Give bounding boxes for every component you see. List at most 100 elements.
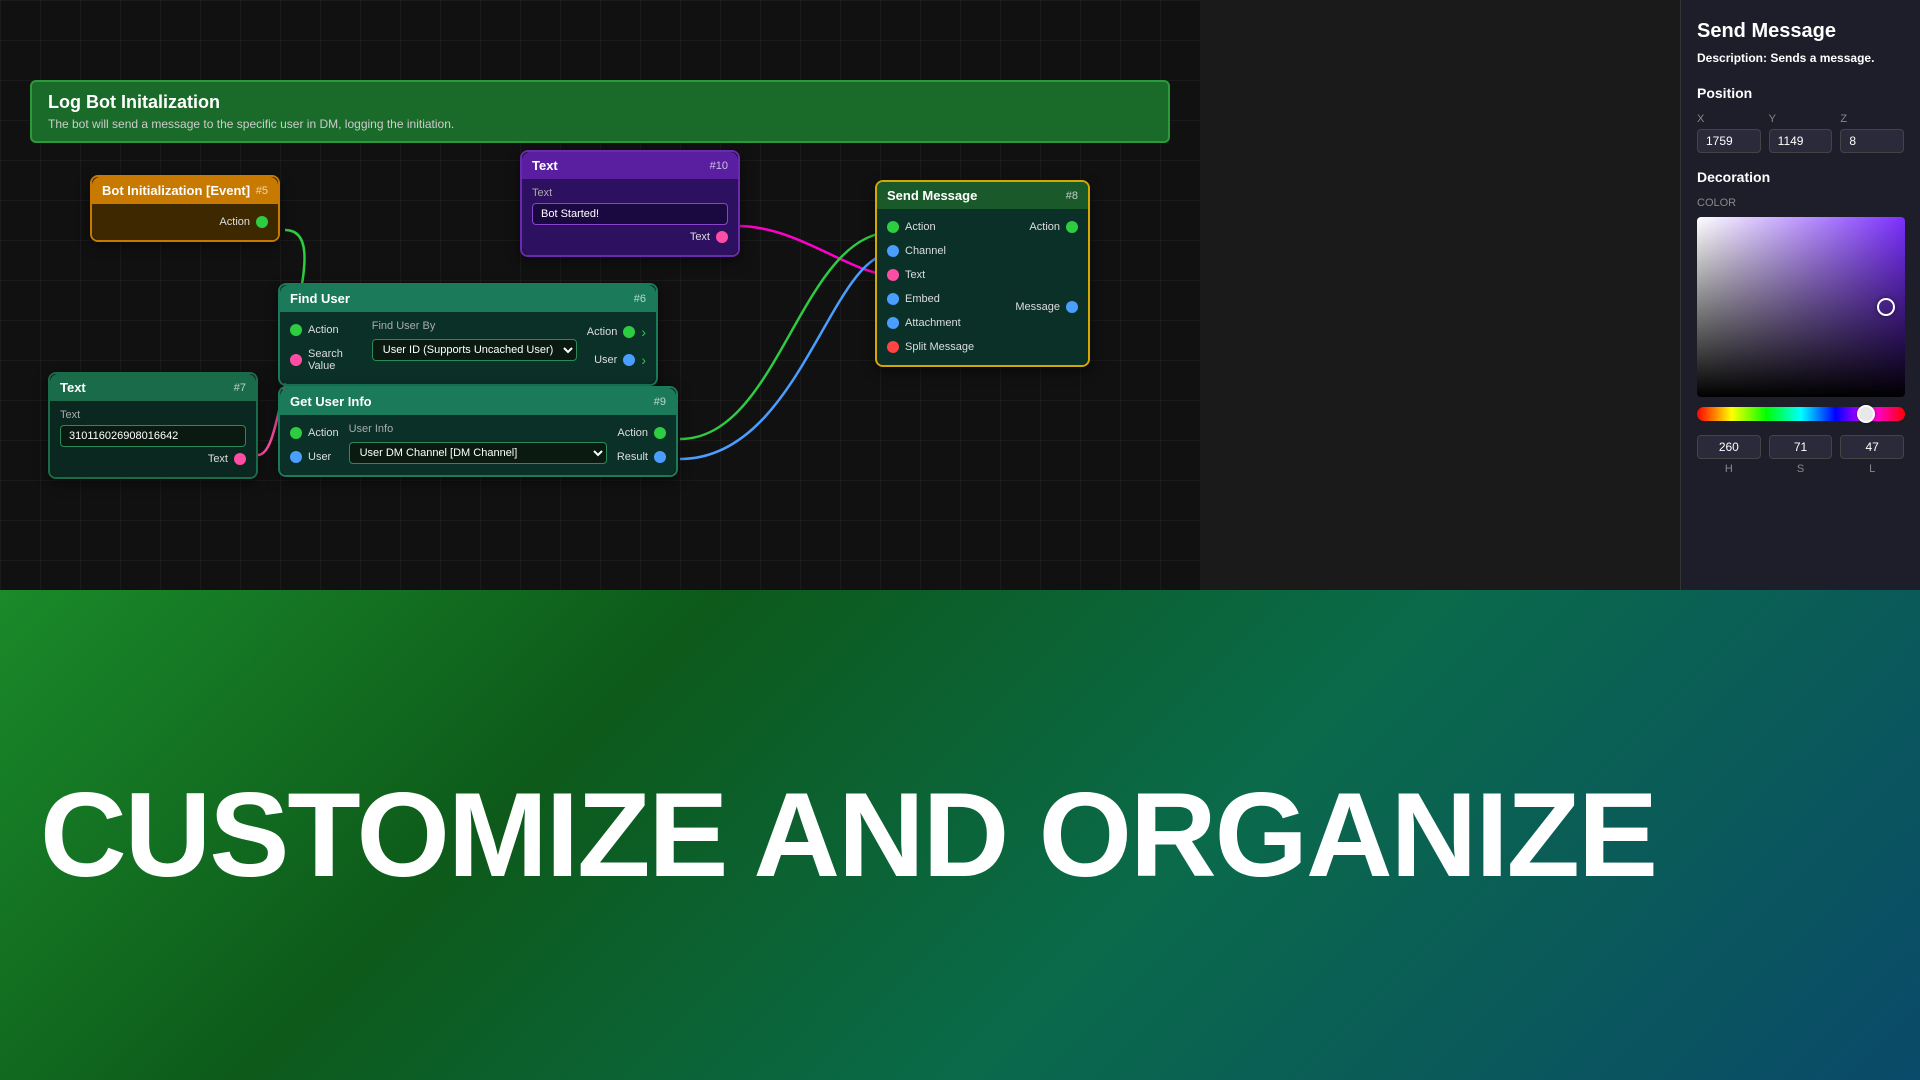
find-user-header: Find User #6 (280, 285, 656, 312)
send-message-body: Action Channel Text Embed Attachment Spl… (877, 209, 1088, 365)
hue-slider[interactable] (1697, 407, 1905, 421)
get-user-action-in-port[interactable] (290, 427, 302, 439)
send-msg-attachment-in-label: Attachment (905, 317, 961, 329)
send-message-node[interactable]: Send Message #8 Action Channel Text Embe… (875, 180, 1090, 367)
send-msg-text-in: Text (887, 269, 974, 281)
get-user-result-out-port[interactable] (654, 451, 666, 463)
text7-output-label: Text (208, 453, 228, 465)
bottom-section: CUSTOMIZE AND ORGANIZE (0, 590, 1920, 1080)
bot-init-title: Bot Initialization [Event] (102, 183, 250, 198)
get-user-info-node[interactable]: Get User Info #9 Action User User Info U… (278, 386, 678, 477)
find-user-user-out-label: User (594, 354, 617, 366)
find-user-action-arrow: › (641, 324, 646, 340)
get-user-dropdown[interactable]: User DM Channel [DM Channel] (349, 442, 607, 464)
get-user-header: Get User Info #9 (280, 388, 676, 415)
decoration-title: Decoration (1697, 169, 1904, 185)
big-text: CUSTOMIZE AND ORGANIZE (40, 775, 1656, 895)
find-user-action-in-port[interactable] (290, 324, 302, 336)
send-msg-embed-in-port[interactable] (887, 293, 899, 305)
text7-field-value[interactable]: 310116026908016642 (60, 425, 246, 447)
decoration-section: Decoration COLOR H S L (1697, 169, 1904, 475)
panel-desc-value: Sends a message. (1770, 51, 1874, 65)
text10-output: Text (532, 231, 728, 243)
send-msg-text-in-port[interactable] (887, 269, 899, 281)
color-picker-cursor[interactable] (1877, 298, 1895, 316)
bot-init-action-port[interactable] (256, 216, 268, 228)
find-user-mid-label: Find User By (372, 320, 577, 332)
send-msg-split-in-label: Split Message (905, 341, 974, 353)
hsl-s-input[interactable] (1769, 435, 1833, 459)
send-message-header: Send Message #8 (877, 182, 1088, 209)
hsl-h-field: H (1697, 435, 1761, 475)
send-msg-message-out-label: Message (1015, 301, 1060, 313)
find-user-user-out: User › (587, 352, 646, 368)
text10-output-port[interactable] (716, 231, 728, 243)
hsl-row: H S L (1697, 435, 1904, 475)
get-user-user-in-port[interactable] (290, 451, 302, 463)
find-user-title: Find User (290, 291, 350, 306)
panel-desc-label: Description: (1697, 51, 1770, 65)
find-user-user-out-port[interactable] (623, 354, 635, 366)
hsl-l-label: L (1869, 463, 1875, 475)
hsl-l-field: L (1840, 435, 1904, 475)
get-user-mid-label: User Info (349, 423, 607, 435)
position-z-input[interactable] (1840, 129, 1904, 153)
position-z-label: Z (1840, 113, 1904, 125)
send-msg-split-in-port[interactable] (887, 341, 899, 353)
text7-header: Text #7 (50, 374, 256, 401)
send-msg-message-out-port[interactable] (1066, 301, 1078, 313)
find-user-node[interactable]: Find User #6 Action Search Value Find Us… (278, 283, 658, 386)
color-picker[interactable] (1697, 217, 1905, 397)
get-user-action-out: Action (617, 427, 666, 439)
send-msg-embed-in-label: Embed (905, 293, 940, 305)
get-user-user-in-label: User (308, 451, 331, 463)
position-x-input[interactable] (1697, 129, 1761, 153)
text7-output: Text (60, 453, 246, 465)
color-label: COLOR (1697, 197, 1904, 209)
send-msg-action-in-label: Action (905, 221, 936, 233)
send-msg-action-out-port[interactable] (1066, 221, 1078, 233)
find-user-searchval-in: Search Value (290, 348, 362, 372)
bot-init-node[interactable]: Bot Initialization [Event] #5 Action (90, 175, 280, 242)
get-user-action-out-port[interactable] (654, 427, 666, 439)
send-message-id: #8 (1066, 190, 1078, 202)
text7-title: Text (60, 380, 86, 395)
position-y-field: Y (1769, 113, 1833, 153)
find-user-dropdown[interactable]: User ID (Supports Uncached User) (372, 339, 577, 361)
get-user-action-in-label: Action (308, 427, 339, 439)
bot-init-body: Action (92, 204, 278, 240)
position-y-input[interactable] (1769, 129, 1833, 153)
right-panel: Send Message Description: Sends a messag… (1680, 0, 1920, 590)
panel-description: Description: Sends a message. (1697, 51, 1904, 65)
text10-node[interactable]: Text #10 Text Bot Started! Text (520, 150, 740, 257)
send-msg-action-in-port[interactable] (887, 221, 899, 233)
find-user-user-arrow: › (641, 352, 646, 368)
send-msg-channel-in-label: Channel (905, 245, 946, 257)
find-user-id: #6 (634, 293, 646, 305)
hue-thumb[interactable] (1857, 405, 1875, 423)
find-user-searchval-port[interactable] (290, 354, 302, 366)
bot-init-action-label: Action (219, 216, 250, 228)
text7-node[interactable]: Text #7 Text 310116026908016642 Text (48, 372, 258, 479)
get-user-id: #9 (654, 396, 666, 408)
hsl-l-input[interactable] (1840, 435, 1904, 459)
send-msg-message-out: Message (1015, 301, 1078, 313)
text7-output-port[interactable] (234, 453, 246, 465)
find-user-action-out-port[interactable] (623, 326, 635, 338)
text7-id: #7 (234, 382, 246, 394)
position-x-label: X (1697, 113, 1761, 125)
hsl-h-input[interactable] (1697, 435, 1761, 459)
position-z-field: Z (1840, 113, 1904, 153)
get-user-result-out-label: Result (617, 451, 648, 463)
text10-field-label: Text (532, 187, 728, 199)
send-msg-channel-in-port[interactable] (887, 245, 899, 257)
panel-title: Send Message (1697, 20, 1904, 43)
text10-field-value[interactable]: Bot Started! (532, 203, 728, 225)
send-msg-split-in: Split Message (887, 341, 974, 353)
text10-body: Text Bot Started! Text (522, 179, 738, 255)
hsl-s-label: S (1797, 463, 1804, 475)
get-user-title: Get User Info (290, 394, 372, 409)
send-msg-attachment-in-port[interactable] (887, 317, 899, 329)
get-user-result-out: Result (617, 451, 666, 463)
find-user-searchval-label: Search Value (308, 348, 362, 372)
